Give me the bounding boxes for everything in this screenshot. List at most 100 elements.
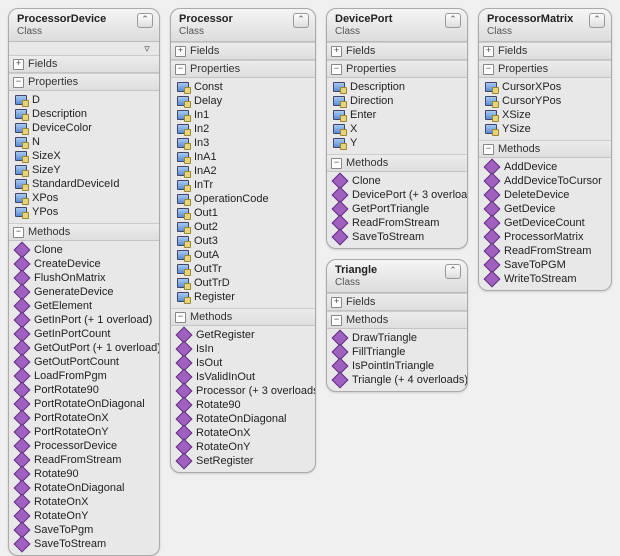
section-header-methods[interactable]: − Methods [9, 223, 159, 241]
class-header[interactable]: Triangle Class ⌃ [327, 260, 467, 293]
expand-icon[interactable]: + [331, 46, 342, 57]
member-row[interactable]: RotateOnDiagonal [175, 412, 313, 426]
member-row[interactable]: ReadFromStream [331, 216, 465, 230]
member-row[interactable]: ProcessorDevice [13, 439, 157, 453]
member-row[interactable]: Processor (+ 3 overloads) [175, 384, 313, 398]
member-row[interactable]: SizeY [13, 163, 157, 177]
section-header-fields[interactable]: + Fields [9, 55, 159, 73]
member-row[interactable]: Clone [13, 243, 157, 257]
member-row[interactable]: InA1 [175, 150, 313, 164]
member-row[interactable]: Rotate90 [13, 467, 157, 481]
member-row[interactable]: OutTrD [175, 276, 313, 290]
collapse-icon[interactable]: − [13, 77, 24, 88]
collapse-class-icon[interactable]: ⌃ [445, 264, 461, 279]
member-row[interactable]: DeviceColor [13, 121, 157, 135]
member-row[interactable]: YPos [13, 205, 157, 219]
class-box-device-port[interactable]: DevicePort Class ⌃ + Fields − Properties… [326, 8, 468, 249]
class-header[interactable]: Processor Class ⌃ [171, 9, 315, 42]
member-row[interactable]: OutTr [175, 262, 313, 276]
section-header-fields[interactable]: + Fields [327, 293, 467, 311]
section-header-properties[interactable]: − Properties [9, 73, 159, 91]
member-row[interactable]: OutA [175, 248, 313, 262]
collapse-icon[interactable]: − [331, 158, 342, 169]
collapse-icon[interactable]: − [483, 144, 494, 155]
section-header-fields[interactable]: + Fields [479, 42, 611, 60]
member-row[interactable]: GetInPort (+ 1 overload) [13, 313, 157, 327]
section-header-properties[interactable]: − Properties [327, 60, 467, 78]
collapse-class-icon[interactable]: ⌃ [445, 13, 461, 28]
member-row[interactable]: RotateOnX [13, 495, 157, 509]
section-header-properties[interactable]: − Properties [171, 60, 315, 78]
member-row[interactable]: InA2 [175, 164, 313, 178]
member-row[interactable]: N [13, 135, 157, 149]
class-box-processor-device[interactable]: ProcessorDevice Class ⌃ ▿ + Fields − Pro… [8, 8, 160, 556]
member-row[interactable]: GetInPortCount [13, 327, 157, 341]
member-row[interactable]: IsPointInTriangle [331, 359, 465, 373]
member-row[interactable]: Rotate90 [175, 398, 313, 412]
member-row[interactable]: Triangle (+ 4 overloads) [331, 373, 465, 387]
collapse-class-icon[interactable]: ⌃ [137, 13, 153, 28]
section-header-fields[interactable]: + Fields [171, 42, 315, 60]
member-row[interactable]: In1 [175, 108, 313, 122]
filter-icon[interactable]: ▿ [141, 43, 153, 55]
member-row[interactable]: GetOutPort (+ 1 overload) [13, 341, 157, 355]
section-header-properties[interactable]: − Properties [479, 60, 611, 78]
member-row[interactable]: ReadFromStream [483, 244, 609, 258]
member-row[interactable]: SaveToPgm [13, 523, 157, 537]
member-row[interactable]: PortRotateOnDiagonal [13, 397, 157, 411]
section-header-methods[interactable]: − Methods [327, 154, 467, 172]
expand-icon[interactable]: + [483, 46, 494, 57]
member-row[interactable]: PortRotate90 [13, 383, 157, 397]
member-row[interactable]: GetOutPortCount [13, 355, 157, 369]
member-row[interactable]: CursorYPos [483, 94, 609, 108]
member-row[interactable]: IsIn [175, 342, 313, 356]
collapse-icon[interactable]: − [175, 64, 186, 75]
collapse-icon[interactable]: − [13, 227, 24, 238]
member-row[interactable]: RotateOnY [13, 509, 157, 523]
member-row[interactable]: IsValidInOut [175, 370, 313, 384]
class-box-processor[interactable]: Processor Class ⌃ + Fields − Properties … [170, 8, 316, 473]
member-row[interactable]: RotateOnY [175, 440, 313, 454]
member-row[interactable]: OperationCode [175, 192, 313, 206]
member-row[interactable]: RotateOnDiagonal [13, 481, 157, 495]
member-row[interactable]: WriteToStream [483, 272, 609, 286]
collapse-icon[interactable]: − [483, 64, 494, 75]
member-row[interactable]: Clone [331, 174, 465, 188]
member-row[interactable]: YSize [483, 122, 609, 136]
member-row[interactable]: GetDevice [483, 202, 609, 216]
member-row[interactable]: DrawTriangle [331, 331, 465, 345]
class-header[interactable]: ProcessorMatrix Class ⌃ [479, 9, 611, 42]
member-row[interactable]: Delay [175, 94, 313, 108]
member-row[interactable]: SaveToStream [331, 230, 465, 244]
class-box-triangle[interactable]: Triangle Class ⌃ + Fields − Methods Draw… [326, 259, 468, 392]
member-row[interactable]: StandardDeviceId [13, 177, 157, 191]
member-row[interactable]: XSize [483, 108, 609, 122]
member-row[interactable]: Enter [331, 108, 465, 122]
member-row[interactable]: SaveToStream [13, 537, 157, 551]
collapse-icon[interactable]: − [331, 315, 342, 326]
member-row[interactable]: PortRotateOnY [13, 425, 157, 439]
member-row[interactable]: ReadFromStream [13, 453, 157, 467]
member-row[interactable]: GetRegister [175, 328, 313, 342]
member-row[interactable]: Out2 [175, 220, 313, 234]
member-row[interactable]: D [13, 93, 157, 107]
member-row[interactable]: GenerateDevice [13, 285, 157, 299]
expand-icon[interactable]: + [331, 297, 342, 308]
member-row[interactable]: In3 [175, 136, 313, 150]
member-row[interactable]: AddDevice [483, 160, 609, 174]
member-row[interactable]: RotateOnX [175, 426, 313, 440]
member-row[interactable]: InTr [175, 178, 313, 192]
section-header-fields[interactable]: + Fields [327, 42, 467, 60]
member-row[interactable]: Const [175, 80, 313, 94]
collapse-icon[interactable]: − [331, 64, 342, 75]
member-row[interactable]: IsOut [175, 356, 313, 370]
member-row[interactable]: SizeX [13, 149, 157, 163]
member-row[interactable]: FlushOnMatrix [13, 271, 157, 285]
class-header[interactable]: ProcessorDevice Class ⌃ [9, 9, 159, 42]
member-row[interactable]: ProcessorMatrix [483, 230, 609, 244]
member-row[interactable]: CreateDevice [13, 257, 157, 271]
member-row[interactable]: In2 [175, 122, 313, 136]
expand-icon[interactable]: + [175, 46, 186, 57]
collapse-icon[interactable]: − [175, 312, 186, 323]
expand-icon[interactable]: + [13, 59, 24, 70]
